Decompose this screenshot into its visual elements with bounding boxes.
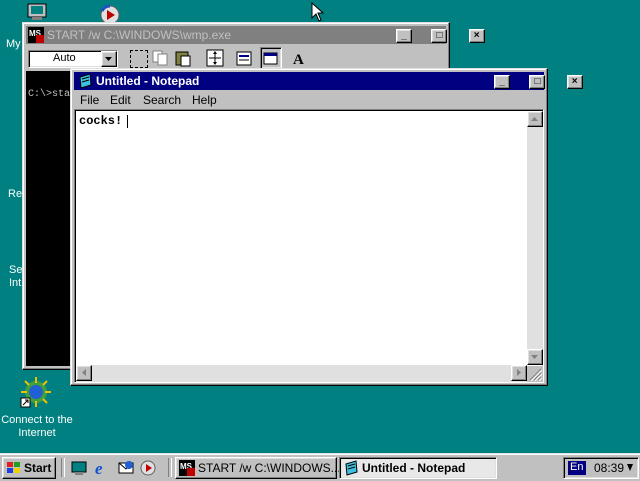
background-icon-button[interactable] — [260, 47, 282, 69]
background-icon — [263, 52, 278, 65]
play-icon — [100, 4, 120, 25]
clock[interactable]: 08:39 — [594, 461, 624, 475]
notepad-text-area[interactable]: cocks! — [74, 109, 544, 383]
scroll-up-button[interactable] — [527, 111, 543, 127]
maximize-button[interactable]: □ — [529, 75, 546, 89]
dos-prompt-text: C:\>star — [28, 89, 77, 100]
svg-text:A: A — [293, 52, 304, 67]
quick-launch-divider — [61, 458, 65, 477]
dos-window-title: START /w C:\WINDOWS\wmp.exe — [47, 28, 232, 42]
font-icon[interactable]: A — [290, 49, 308, 67]
notepad-titlebar[interactable]: Untitled - Notepad _ □ × — [74, 72, 583, 90]
menu-file[interactable]: File — [76, 93, 103, 107]
outlook-express-icon[interactable] — [117, 459, 135, 477]
tray-indicator-icon — [627, 464, 633, 471]
mouse-cursor-icon — [311, 2, 325, 22]
task-button-notepad[interactable]: Untitled - Notepad — [339, 457, 497, 479]
internet-explorer-icon[interactable]: e — [94, 459, 112, 477]
notepad-title: Untitled - Notepad — [96, 74, 200, 88]
minimize-button[interactable]: _ — [396, 29, 412, 43]
connect-internet-label-2: Internet — [18, 427, 56, 439]
start-button[interactable]: Start — [2, 457, 56, 479]
scroll-down-button[interactable] — [527, 349, 543, 365]
arrow-right-icon — [517, 369, 521, 376]
dos-toolbar: Auto A — [26, 46, 446, 70]
notepad-icon — [79, 73, 92, 89]
menu-help[interactable]: Help — [188, 93, 221, 107]
task-label-dos: START /w C:\WINDOWS... — [198, 461, 341, 475]
scroll-right-button[interactable] — [511, 365, 527, 381]
font-size-value: Auto — [53, 52, 76, 64]
task-label-notepad: Untitled - Notepad — [362, 461, 466, 475]
vertical-scrollbar[interactable] — [527, 111, 543, 365]
notepad-content: cocks! — [79, 114, 123, 128]
font-size-select[interactable]: Auto — [28, 50, 118, 68]
maximize-button[interactable]: □ — [431, 29, 448, 43]
dos-window-titlebar[interactable]: MS START /w C:\WINDOWS\wmp.exe _ □ × — [26, 26, 485, 44]
taskbar: Start e MS START /w C:\WINDOWS... Untitl… — [0, 453, 640, 481]
text-caret — [127, 115, 128, 128]
media-player-quicklaunch-icon[interactable] — [139, 459, 157, 477]
notepad-icon — [345, 460, 358, 476]
desktop-icon-connect-internet[interactable]: Connect to the Internet — [0, 376, 74, 442]
scroll-left-button[interactable] — [76, 365, 92, 381]
minimize-button[interactable]: _ — [494, 75, 510, 89]
computer-icon — [27, 3, 47, 20]
copy-icon[interactable] — [152, 50, 170, 66]
notepad-menubar: File Edit Search Help — [74, 91, 544, 109]
task-divider — [168, 458, 172, 477]
mark-icon[interactable] — [130, 50, 148, 68]
start-label: Start — [24, 461, 52, 475]
internet-connection-icon — [20, 377, 51, 408]
paste-icon[interactable] — [174, 49, 192, 67]
ms-dos-icon: MS — [179, 460, 195, 476]
show-desktop-icon[interactable] — [71, 460, 87, 476]
close-button[interactable]: × — [566, 75, 583, 89]
properties-icon[interactable] — [236, 49, 254, 67]
close-button[interactable]: × — [468, 29, 485, 43]
arrow-left-icon — [82, 369, 86, 376]
arrow-up-icon — [531, 117, 538, 121]
desktop-icon-my-computer[interactable] — [26, 2, 50, 22]
arrow-down-icon — [531, 355, 538, 359]
horizontal-scrollbar[interactable] — [76, 365, 527, 381]
resize-grip-icon — [529, 368, 543, 382]
language-label: En — [570, 461, 584, 473]
notepad-window: Untitled - Notepad _ □ × File Edit Searc… — [70, 68, 583, 386]
fullscreen-icon[interactable] — [206, 49, 224, 67]
connect-internet-label-1: Connect to the — [1, 414, 73, 426]
windows-logo-icon — [7, 462, 20, 473]
media-player-icon[interactable] — [97, 4, 123, 25]
chevron-down-icon — [105, 57, 112, 61]
svg-text:e: e — [95, 459, 103, 477]
system-tray: En 08:39 — [563, 457, 639, 479]
task-button-dos[interactable]: MS START /w C:\WINDOWS... — [175, 457, 341, 479]
size-grip[interactable] — [527, 366, 543, 382]
dropdown-arrow-button[interactable] — [101, 51, 117, 67]
menu-search[interactable]: Search — [139, 93, 185, 107]
language-indicator[interactable]: En — [568, 461, 586, 475]
menu-edit[interactable]: Edit — [106, 93, 135, 107]
ms-dos-icon: MS — [28, 27, 44, 43]
